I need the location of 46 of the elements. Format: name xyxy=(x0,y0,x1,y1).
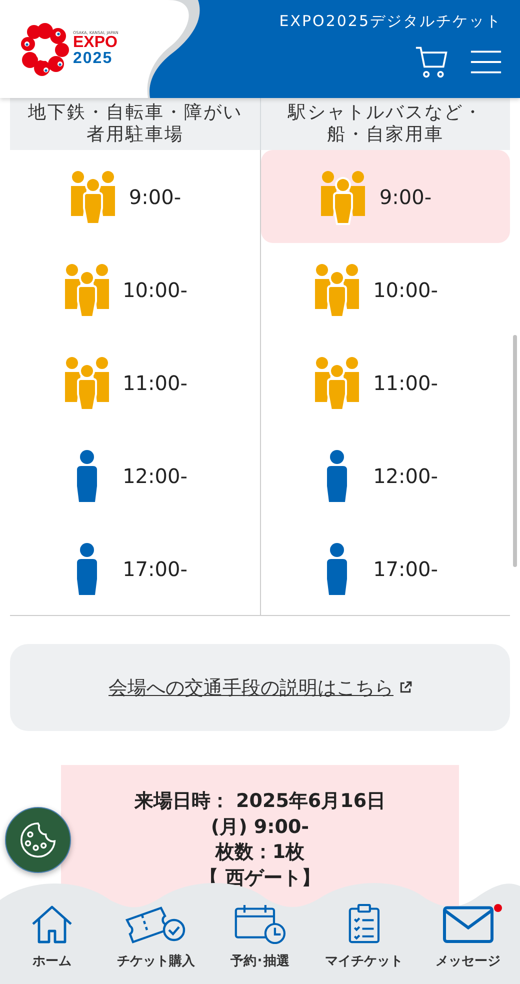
external-link-icon[interactable] xyxy=(398,681,412,694)
time-label[interactable]: 9:00- xyxy=(128,184,182,208)
people-group-icon xyxy=(62,262,111,318)
visit-date-time: 来場日時： 2025年6月16日 (月) 9:00- xyxy=(133,789,387,840)
column-header: 駅シャトルバスなど・船・自家用車 xyxy=(260,98,510,150)
ticket-check-icon xyxy=(125,904,187,944)
home-icon xyxy=(30,904,74,944)
time-label: 9:00- xyxy=(379,184,432,208)
app-title: EXPO2025デジタルチケット xyxy=(279,12,502,31)
logo-icon xyxy=(20,22,70,76)
calendar-clock-icon xyxy=(234,904,286,944)
time-label[interactable]: 17:00- xyxy=(373,556,438,580)
time-label[interactable]: 10:00- xyxy=(373,278,438,302)
nav-item[interactable]: 予約･抽選 xyxy=(208,902,312,970)
person-icon xyxy=(76,542,98,594)
column-header: 地下鉄・自転車・障がい者用駐車場 xyxy=(10,98,260,150)
time-label[interactable]: 11:00- xyxy=(373,370,438,394)
people-group-icon xyxy=(62,354,111,410)
people-group-icon xyxy=(68,168,117,224)
checklist-icon xyxy=(348,904,380,944)
mail-icon xyxy=(442,904,494,944)
time-label[interactable]: 12:00- xyxy=(373,464,438,488)
time-label[interactable]: 11:00- xyxy=(122,370,188,394)
people-group-icon xyxy=(313,262,362,318)
nav-item[interactable]: メッセージ xyxy=(416,902,520,970)
logo-year: 2025 xyxy=(73,51,114,67)
logo-wordmark: EXPO xyxy=(73,35,118,51)
time-slot[interactable]: 9:00- xyxy=(261,150,510,243)
time-label[interactable]: 10:00- xyxy=(122,278,188,302)
people-group-icon xyxy=(313,354,362,410)
menu-icon[interactable] xyxy=(470,49,502,75)
person-icon xyxy=(326,450,348,502)
nav-item[interactable]: チケット購入 xyxy=(104,902,208,970)
access-link[interactable]: 会場への交通手段の説明はこちら xyxy=(108,674,394,700)
person-icon xyxy=(76,450,98,502)
nav-item[interactable]: ホーム xyxy=(0,902,104,970)
people-group-icon xyxy=(319,168,368,224)
person-icon xyxy=(326,542,348,594)
time-label[interactable]: 17:00- xyxy=(122,556,188,580)
cookie-icon xyxy=(18,820,58,860)
cart-icon[interactable] xyxy=(414,45,450,79)
scrollbar-thumb[interactable] xyxy=(513,335,517,567)
nav-item[interactable]: マイチケット xyxy=(312,902,416,970)
time-label[interactable]: 12:00- xyxy=(122,464,188,488)
cookie-settings-button[interactable] xyxy=(5,807,71,873)
ticket-count: 枚数：1枚 xyxy=(214,840,306,866)
